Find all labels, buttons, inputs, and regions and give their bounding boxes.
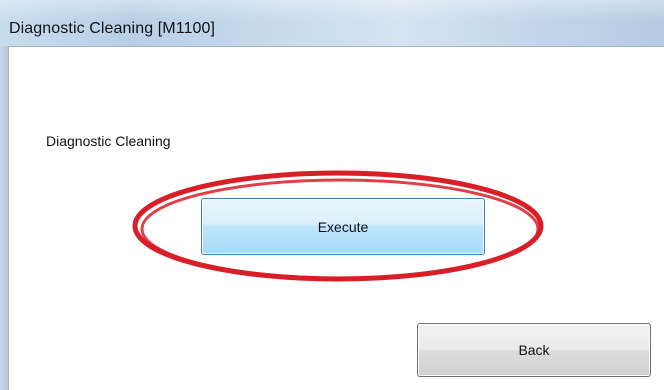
- dialog-window: Diagnostic Cleaning [M1100] Diagnostic C…: [0, 0, 664, 390]
- execute-button[interactable]: Execute: [201, 198, 485, 255]
- title-bar[interactable]: Diagnostic Cleaning [M1100]: [0, 0, 664, 46]
- section-label: Diagnostic Cleaning: [46, 133, 171, 149]
- window-frame-left: [0, 46, 8, 390]
- window-title: Diagnostic Cleaning [M1100]: [9, 20, 216, 37]
- back-button[interactable]: Back: [417, 323, 651, 377]
